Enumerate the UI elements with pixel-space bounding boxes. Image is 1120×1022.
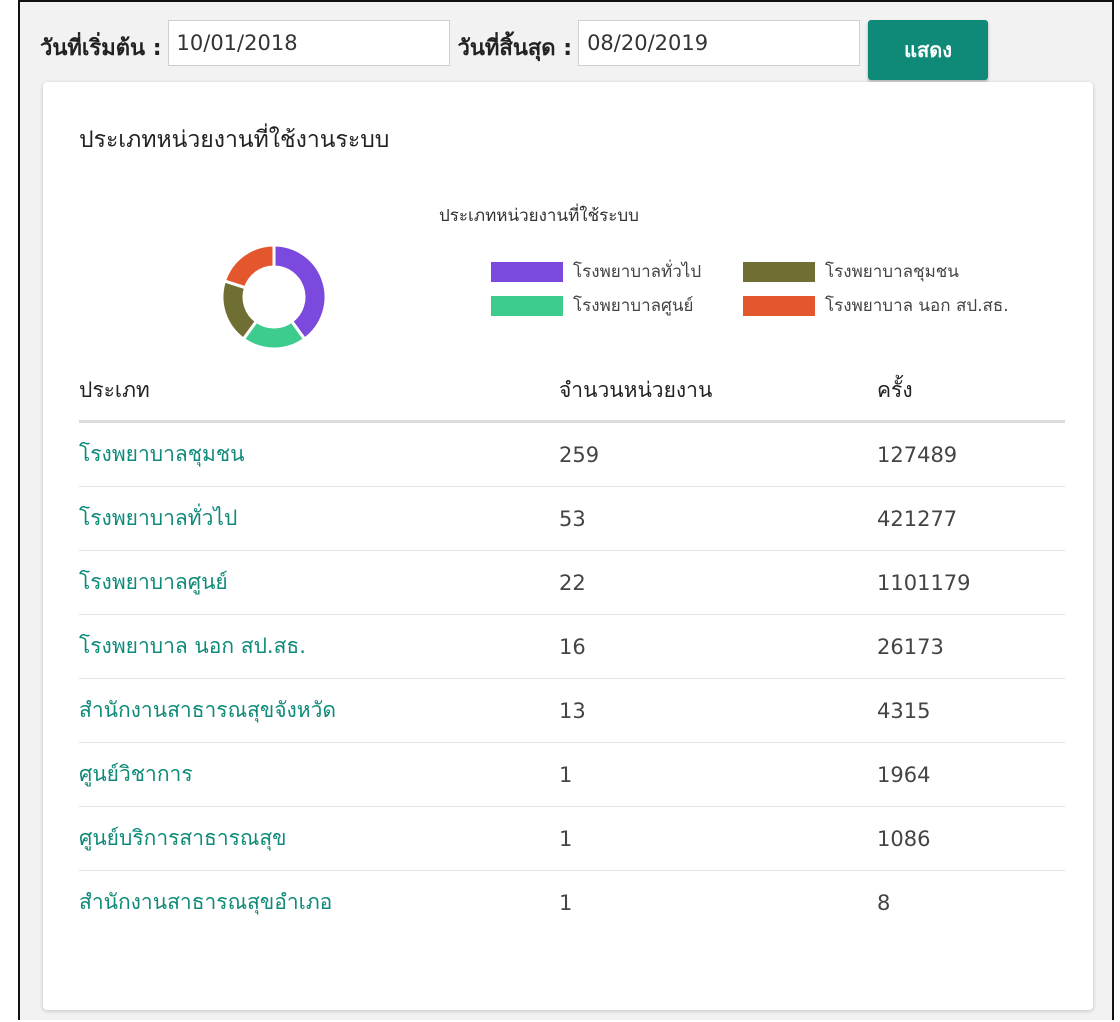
row-times: 26173: [877, 614, 1065, 679]
row-times: 421277: [877, 486, 1065, 551]
table-row: ศูนย์วิชาการ 1 1964: [79, 742, 1065, 807]
legend-item[interactable]: โรงพยาบาลศูนย์: [491, 292, 693, 319]
row-type-link[interactable]: สำนักงานสาธารณสุขจังหวัด: [79, 698, 336, 722]
table-row: โรงพยาบาลชุมชน 259 127489: [79, 421, 1065, 487]
row-times: 1101179: [877, 550, 1065, 615]
row-unit-count: 13: [559, 678, 877, 743]
start-date-label: วันที่เริ่มต้น :: [40, 36, 162, 61]
legend-item[interactable]: โรงพยาบาลชุมชน: [743, 258, 959, 285]
unit-type-table: ประเภท จำนวนหน่วยงาน ครั้ง โรงพยาบาลชุมช…: [79, 360, 1065, 934]
row-times: 8: [877, 890, 891, 915]
legend-item[interactable]: โรงพยาบาล นอก สป.สธ.: [743, 292, 1009, 319]
row-type-link[interactable]: โรงพยาบาล นอก สป.สธ.: [79, 634, 306, 658]
row-type-link[interactable]: สำนักงานสาธารณสุขอำเภอ: [79, 890, 332, 914]
legend-swatch: [743, 295, 815, 316]
row-unit-count: 1: [559, 806, 877, 871]
row-type-link[interactable]: โรงพยาบาลศูนย์: [79, 570, 228, 594]
table-row: สำนักงานสาธารณสุขจังหวัด 13 4315: [79, 678, 1065, 743]
header-unit-count: จำนวนหน่วยงาน: [559, 360, 877, 423]
legend-swatch: [491, 295, 563, 316]
table-row: สำนักงานสาธารณสุขอำเภอ 1 8: [79, 871, 1065, 935]
table-row: โรงพยาบาลทั่วไป 53 421277: [79, 486, 1065, 551]
donut-chart: [220, 243, 328, 351]
show-button[interactable]: แสดง: [868, 20, 989, 80]
end-date-label: วันที่สิ้นสุด :: [457, 36, 573, 61]
header-times: ครั้ง: [877, 360, 1065, 423]
legend-label: โรงพยาบาลศูนย์: [573, 296, 694, 316]
table-row: ศูนย์บริการสาธารณสุข 1 1086: [79, 806, 1065, 871]
chart-title: ประเภทหน่วยงานที่ใช้ระบบ: [439, 206, 639, 226]
row-unit-count: 1: [559, 890, 573, 915]
legend-label: โรงพยาบาลทั่วไป: [573, 262, 702, 282]
legend-label: โรงพยาบาล นอก สป.สธ.: [825, 296, 1009, 316]
row-unit-count: 16: [559, 614, 877, 679]
row-unit-count: 22: [559, 550, 877, 615]
row-type-link[interactable]: ศูนย์บริการสาธารณสุข: [79, 826, 287, 850]
row-unit-count: 259: [559, 421, 877, 487]
end-date-input[interactable]: [578, 20, 861, 66]
row-unit-count: 53: [559, 486, 877, 551]
table-header-row: ประเภท จำนวนหน่วยงาน ครั้ง: [79, 360, 1065, 423]
row-times: 1964: [877, 742, 1065, 807]
row-times: 1086: [877, 806, 1065, 871]
donut-slice[interactable]: [220, 279, 259, 342]
report-card: ประเภทหน่วยงานที่ใช้งานระบบ ประเภทหน่วยง…: [43, 82, 1093, 1010]
page-frame: วันที่เริ่มต้น : วันที่สิ้นสุด : แสดง ปร…: [18, 0, 1114, 1020]
row-type-link[interactable]: โรงพยาบาลทั่วไป: [79, 506, 237, 530]
row-type-link[interactable]: ศูนย์วิชาการ: [79, 762, 193, 786]
row-times: 127489: [877, 421, 1065, 487]
start-date-input[interactable]: [167, 20, 450, 66]
legend-swatch: [743, 261, 815, 282]
card-title: ประเภทหน่วยงานที่ใช้งานระบบ: [79, 127, 390, 153]
date-filter-bar: วันที่เริ่มต้น : วันที่สิ้นสุด : แสดง: [40, 20, 989, 80]
legend-label: โรงพยาบาลชุมชน: [825, 262, 959, 282]
donut-slice[interactable]: [222, 243, 276, 290]
row-type-link[interactable]: โรงพยาบาลชุมชน: [79, 442, 244, 466]
table-row: โรงพยาบาล นอก สป.สธ. 16 26173: [79, 614, 1065, 679]
header-type: ประเภท: [79, 360, 559, 423]
legend-item[interactable]: โรงพยาบาลทั่วไป: [491, 258, 701, 285]
row-times: 4315: [877, 678, 1065, 743]
row-unit-count: 1: [559, 742, 877, 807]
table-row: โรงพยาบาลศูนย์ 22 1101179: [79, 550, 1065, 615]
legend-swatch: [491, 261, 563, 282]
